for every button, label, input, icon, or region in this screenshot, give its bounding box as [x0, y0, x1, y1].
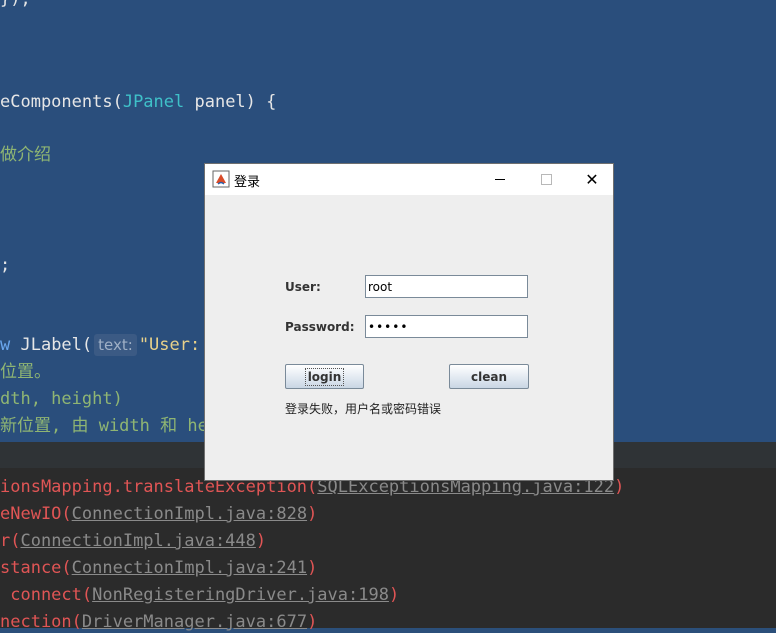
- stack-frame-text: ): [307, 612, 318, 632]
- password-label: Password:: [285, 320, 355, 334]
- stack-frame-text: nection(: [0, 612, 82, 632]
- status-message: 登录失败，用户名或密码错误: [285, 402, 442, 416]
- code-token: JLabel(: [10, 335, 93, 355]
- code-token: 新位置, 由 width 和 he: [0, 416, 208, 436]
- stack-frame-text: r(: [0, 531, 21, 551]
- login-dialog: 登录 ✕ User: Password: login clean 登录失败，用户…: [204, 163, 614, 481]
- password-input[interactable]: [365, 315, 528, 338]
- code-token: JPanel: [122, 92, 185, 112]
- close-button[interactable]: ✕: [569, 164, 615, 195]
- code-token: panel) {: [184, 92, 277, 112]
- java-icon: [212, 170, 230, 188]
- source-link[interactable]: NonRegisteringDriver.java:198: [92, 585, 389, 605]
- code-token: 位置。: [0, 362, 51, 382]
- code-token: eComponents(: [0, 92, 123, 112]
- close-icon: ✕: [585, 169, 599, 189]
- source-link[interactable]: ConnectionImpl.java:448: [20, 531, 255, 551]
- code-token: });: [0, 0, 31, 9]
- maximize-icon: [540, 174, 552, 185]
- console-output[interactable]: ionsMapping.translateException(SQLExcept…: [0, 468, 776, 632]
- source-link[interactable]: ConnectionImpl.java:241: [72, 558, 307, 578]
- code-line: ;: [0, 254, 10, 276]
- dialog-title: 登录: [234, 175, 261, 190]
- stack-trace-line: connect(NonRegisteringDriver.java:198): [0, 584, 399, 606]
- stack-frame-text: ): [307, 558, 318, 578]
- stack-trace-line: stance(ConnectionImpl.java:241): [0, 557, 317, 579]
- code-line: 新位置, 由 width 和 he: [0, 415, 208, 437]
- maximize-button[interactable]: [523, 164, 569, 195]
- minimize-button[interactable]: [477, 164, 523, 195]
- dialog-titlebar[interactable]: 登录 ✕: [205, 164, 613, 195]
- stack-trace-line: nection(DriverManager.java:677): [0, 611, 317, 633]
- user-label: User:: [285, 280, 321, 294]
- stack-trace-line: eNewIO(ConnectionImpl.java:828): [0, 503, 317, 525]
- code-token: dth, height): [0, 389, 123, 409]
- code-line: w JLabel(text: "User:: [0, 334, 200, 356]
- stack-frame-text: ): [614, 477, 625, 497]
- stack-frame-text: connect(: [0, 585, 93, 605]
- code-token: 做介绍: [0, 145, 51, 165]
- code-token: "User:: [138, 335, 201, 355]
- code-token: w: [0, 335, 11, 355]
- stack-frame-text: eNewIO(: [0, 504, 72, 524]
- stack-frame-text: ): [388, 585, 400, 605]
- source-link[interactable]: DriverManager.java:677: [82, 612, 307, 632]
- code-line: eComponents(JPanel panel) {: [0, 91, 276, 113]
- parameter-hint: text:: [94, 334, 137, 356]
- code-line: 做介绍: [0, 144, 51, 166]
- login-button-label: login: [304, 367, 345, 386]
- login-button[interactable]: login: [285, 364, 364, 389]
- stack-trace-line: r(ConnectionImpl.java:448): [0, 530, 266, 552]
- code-token: ;: [0, 255, 11, 275]
- clean-button[interactable]: clean: [449, 364, 529, 389]
- stack-frame-text: stance(: [0, 558, 72, 578]
- minimize-icon: [495, 179, 505, 180]
- code-line: 位置。: [0, 361, 51, 383]
- source-link[interactable]: ConnectionImpl.java:828: [72, 504, 307, 524]
- code-line: dth, height): [0, 388, 123, 410]
- stack-frame-text: ): [255, 531, 267, 551]
- stack-frame-text: ): [307, 504, 318, 524]
- code-line: });: [0, 0, 31, 10]
- user-input[interactable]: [365, 275, 528, 298]
